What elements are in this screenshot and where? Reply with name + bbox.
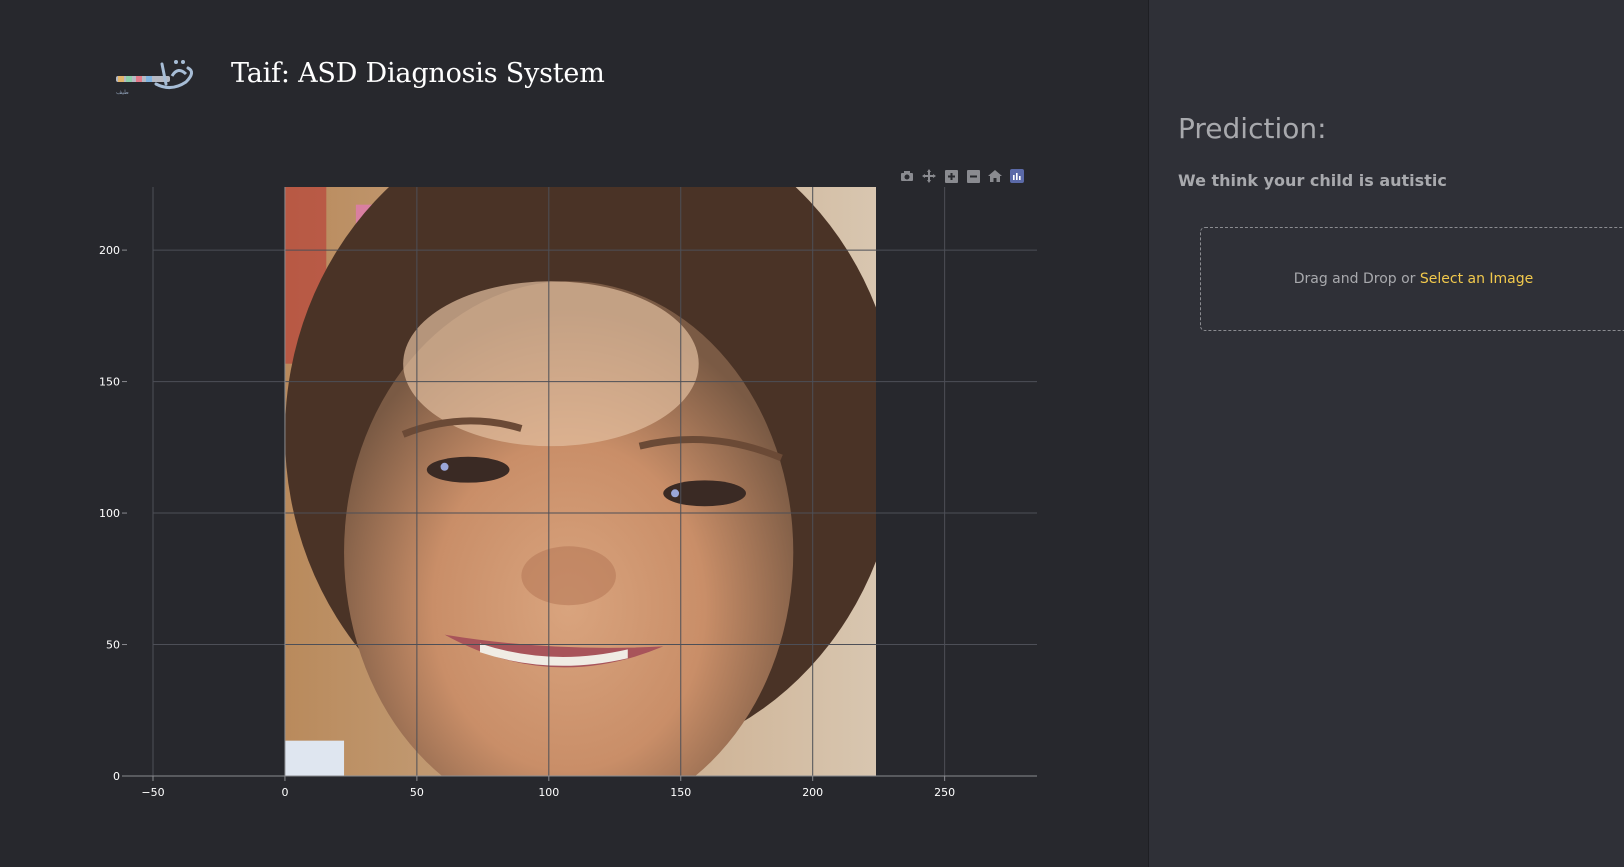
zoom-in-icon[interactable] bbox=[940, 167, 962, 185]
prediction-result: We think your child is autistic bbox=[1178, 171, 1447, 190]
y-tick-label: 200 bbox=[99, 244, 120, 257]
upload-prompt: Drag and Drop or bbox=[1293, 271, 1420, 287]
pan-icon[interactable] bbox=[918, 167, 940, 185]
prediction-title: Prediction: bbox=[1178, 112, 1327, 145]
plot-modebar bbox=[896, 167, 1028, 185]
x-tick-label: 0 bbox=[281, 786, 288, 799]
plotly-logo-icon[interactable] bbox=[1006, 167, 1028, 185]
x-tick-label: 200 bbox=[802, 786, 823, 799]
y-tick-label: 100 bbox=[99, 507, 120, 520]
child-photo bbox=[284, 187, 877, 776]
camera-icon[interactable] bbox=[896, 167, 918, 185]
x-tick-label: 150 bbox=[670, 786, 691, 799]
image-plot[interactable]: −50 0 50 100 150 200 250 0 50 100 150 200 bbox=[0, 0, 1148, 867]
select-image-link[interactable]: Select an Image bbox=[1420, 271, 1533, 287]
x-tick-label: 50 bbox=[410, 786, 424, 799]
x-tick-label: 250 bbox=[934, 786, 955, 799]
y-tick-label: 0 bbox=[113, 770, 120, 783]
y-tick-label: 50 bbox=[106, 639, 120, 652]
home-icon[interactable] bbox=[984, 167, 1006, 185]
image-upload-dropzone[interactable]: Drag and Drop or Select an Image bbox=[1200, 227, 1624, 331]
x-tick-label: 100 bbox=[538, 786, 559, 799]
y-tick-label: 150 bbox=[99, 376, 120, 389]
main-panel: طيف Taif: ASD Diagnosis System −50 0 50 100… bbox=[0, 0, 1149, 867]
x-tick-label: −50 bbox=[141, 786, 164, 799]
zoom-out-icon[interactable] bbox=[962, 167, 984, 185]
